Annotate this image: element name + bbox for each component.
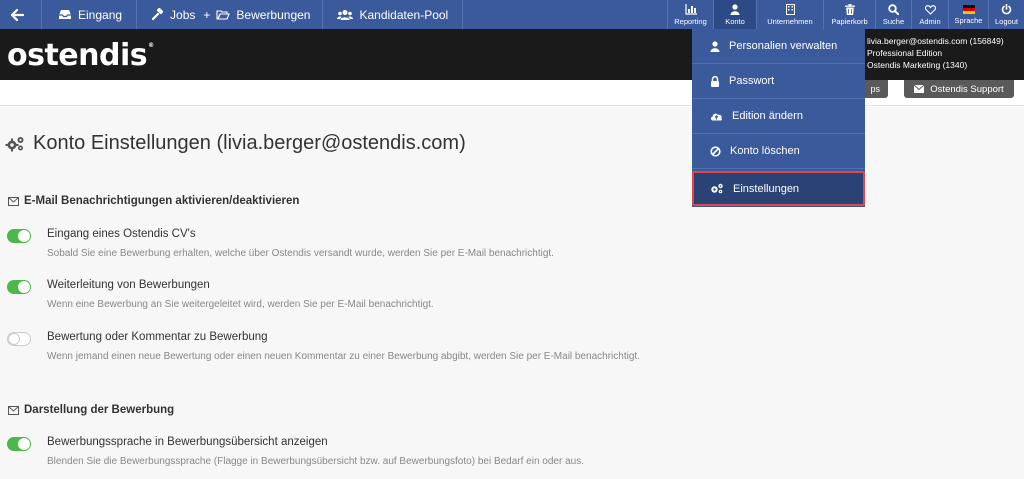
nav-kandidaten-label: Kandidaten-Pool [359,7,449,22]
nav-admin-label: Admin [919,16,941,26]
back-button[interactable] [0,0,42,29]
section-email-heading-text: E-Mail Benachrichtigungen aktivieren/dea… [24,195,300,207]
ostendis-logo[interactable]: ostendis® [7,38,154,73]
user-info: livia.berger@ostendis.com (156849) Profe… [867,35,1004,71]
setting-description: Wenn eine Bewerbung an Sie weitergeleite… [47,299,434,310]
apps-button-label: ps [870,84,880,94]
nav-eingang[interactable]: Eingang [42,0,138,29]
user-company: Ostendis Marketing (1340) [867,60,968,70]
nav-bewerbungen-label: Bewerbungen [236,7,311,22]
menu-item-edition-aendern[interactable]: Edition ändern [692,99,865,134]
menu-item-label: Passwort [729,75,775,87]
support-button[interactable]: Ostendis Support [904,80,1014,98]
envelope-icon [914,85,925,93]
flag-de-icon [962,5,975,14]
nav-sprache-label: Sprache [954,16,983,25]
menu-item-label: Edition ändern [732,110,803,122]
toggle-eingang-cv[interactable] [7,229,31,243]
nav-admin[interactable]: Admin [911,0,948,29]
main-content [0,107,1024,479]
nav-jobs-bewerbungen[interactable]: Jobs + Bewerbungen [137,0,324,29]
logo-registered-mark: ® [148,42,154,49]
setting-label: Bewertung oder Kommentar zu Bewerbung [47,331,268,343]
user-icon [730,4,740,15]
nav-suche[interactable]: Suche [875,0,911,29]
envelope-outline-icon [8,405,19,415]
page-title: Konto Einstellungen (livia.berger@ostend… [5,132,466,155]
nav-papierkorb[interactable]: Papierkorb [823,0,875,29]
nav-papierkorb-label: Papierkorb [831,17,868,26]
toggle-bewertung-kommentar[interactable] [7,332,31,346]
nav-konto-label: Konto [725,17,745,26]
menu-item-label: Konto löschen [730,145,800,157]
setting-description: Blenden Sie die Bewerbungssprache (Flagg… [47,456,584,467]
menu-item-passwort[interactable]: Passwort [692,64,865,99]
nav-logout-label: Logout [995,17,1018,26]
nav-kandidaten-pool[interactable]: Kandidaten-Pool [323,0,464,29]
bar-chart-icon [684,4,697,15]
nav-konto[interactable]: Konto [713,0,756,29]
section-display-heading-text: Darstellung der Bewerbung [24,404,175,416]
user-edition: Professional Edition [867,48,943,58]
support-button-label: Ostendis Support [930,83,1004,95]
nav-sprache[interactable]: Sprache [948,0,988,29]
search-icon [888,4,899,15]
gears-icon [711,183,723,194]
setting-label: Weiterleitung von Bewerbungen [47,279,210,291]
gavel-icon [151,8,164,21]
menu-item-konto-loeschen[interactable]: Konto löschen [692,134,865,169]
section-display-heading: Darstellung der Bewerbung [8,404,174,416]
trash-icon [844,4,855,15]
top-navbar: Eingang Jobs + Bewerbungen Kandidaten-Po… [0,0,1024,29]
nav-suche-label: Suche [882,17,905,26]
nav-eingang-label: Eingang [78,7,123,22]
arrow-left-icon [11,8,24,21]
nav-reporting-label: Reporting [674,17,707,26]
toggle-bewerbungssprache[interactable] [7,437,31,451]
ban-icon [710,145,721,157]
gears-icon [5,137,24,152]
envelope-outline-icon [8,196,19,206]
nav-jobs-label: Jobs [170,7,196,22]
nav-unternehmen-label: Unternehmen [767,17,813,26]
user-icon [710,40,720,52]
user-email-line: livia.berger@ostendis.com (156849) [867,36,1004,46]
nav-plus: + [203,7,211,22]
menu-item-personalien[interactable]: Personalien verwalten [692,29,865,64]
heart-icon [924,4,936,15]
power-icon [1001,4,1012,15]
users-icon [337,9,354,20]
toggle-weiterleitung[interactable] [7,280,31,294]
setting-label: Eingang eines Ostendis CV's [47,228,196,240]
menu-item-einstellungen[interactable]: Einstellungen [692,171,865,206]
nav-unternehmen[interactable]: Unternehmen [756,0,823,29]
cloud-upload-icon [710,113,722,121]
menu-item-label: Einstellungen [733,182,800,195]
logo-text: ostendis [7,38,148,73]
section-email-heading: E-Mail Benachrichtigungen aktivieren/dea… [8,195,299,207]
setting-description: Sobald Sie eine Bewerbung erhalten, welc… [47,248,554,259]
inbox-icon [59,10,71,19]
folder-open-icon [216,10,231,20]
setting-label: Bewerbungssprache in Bewerbungsübersicht… [47,436,328,448]
page-title-text: Konto Einstellungen (livia.berger@ostend… [33,132,466,154]
konto-dropdown-menu: Personalien verwalten Passwort Edition ä… [692,29,865,207]
lock-icon [711,75,719,87]
nav-logout[interactable]: Logout [988,0,1024,29]
setting-description: Wenn jemand einen neue Bewertung oder ei… [47,351,640,362]
building-icon [785,4,795,15]
menu-item-label: Personalien verwalten [729,40,838,52]
nav-reporting[interactable]: Reporting [667,0,713,29]
